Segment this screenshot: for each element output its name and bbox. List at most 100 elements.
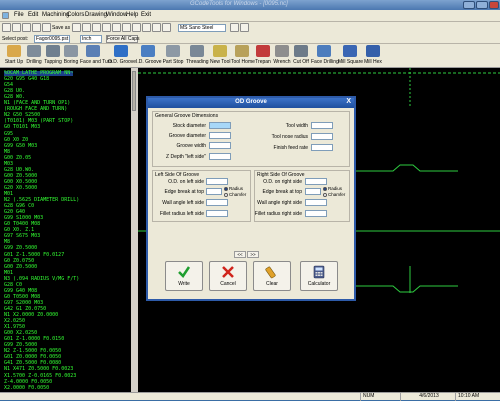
code-line[interactable]: G99 Z0.5000	[4, 246, 37, 251]
finish-feed-rate-field[interactable]	[311, 144, 333, 151]
cut-icon[interactable]	[42, 23, 51, 32]
save-as-button[interactable]: Save as	[52, 25, 70, 31]
force-all-caps-button[interactable]: Force All Caps	[106, 35, 140, 43]
trepan-tool[interactable]: Trepan	[254, 45, 272, 67]
gcode-editor[interactable]: %OCAM LATHE PROGRAM NN~ G20 G95 G40 G18 G5…	[0, 68, 137, 392]
od-right-field[interactable]	[305, 178, 327, 185]
save-icon[interactable]	[22, 23, 31, 32]
code-line[interactable]: N1 X471 Z0.5000 F0.0023	[4, 367, 73, 372]
code-line[interactable]: G28 C0	[4, 282, 22, 288]
code-line[interactable]: G0 X0 Z0	[4, 137, 28, 143]
redo-icon[interactable]	[102, 23, 111, 32]
code-line[interactable]: X1.5700 Z-0.0165 F0.0023	[4, 373, 76, 379]
calculator-button[interactable]: Calculator	[300, 261, 338, 291]
wall-angle-right-field[interactable]	[305, 199, 327, 206]
menu-drawing[interactable]: Drawing	[85, 12, 107, 18]
left-radius-radio[interactable]: Radius	[224, 186, 243, 191]
right-radius-radio[interactable]: Radius	[323, 186, 342, 191]
fillet-radius-left-field[interactable]	[206, 210, 228, 217]
help-icon[interactable]	[152, 23, 161, 32]
edge-break-right-field[interactable]	[305, 188, 321, 195]
editor-scrollbar[interactable]	[131, 68, 137, 392]
cut-off-tool[interactable]: Cut Off	[292, 45, 310, 67]
close-button[interactable]	[489, 1, 499, 9]
boring-bar-icon	[64, 45, 78, 57]
code-line[interactable]: G99 G50 M03	[4, 143, 37, 149]
copy-icon[interactable]	[72, 23, 81, 32]
material-icon[interactable]	[230, 23, 239, 32]
left-chamfer-radio[interactable]: Chamfer	[224, 192, 246, 197]
code-line[interactable]: G0 Z0.0750	[4, 258, 34, 264]
scroll-thumb[interactable]	[132, 71, 136, 111]
edge-break-left-field[interactable]	[206, 188, 222, 195]
code-line[interactable]: G0 T0101 M03	[4, 125, 40, 130]
page-next-button[interactable]: >>	[247, 251, 259, 258]
cancel-x-icon	[222, 266, 234, 278]
drilling-tool[interactable]: Drilling	[25, 45, 43, 67]
boring-tool[interactable]: Boring	[62, 45, 80, 67]
dialog-title: OD Groove	[235, 99, 267, 105]
threading-tool[interactable]: Threading	[186, 45, 209, 67]
clear-button[interactable]: Clear	[253, 261, 291, 291]
wall-angle-left-field[interactable]	[206, 199, 228, 206]
id-groove-tool[interactable]: I.D. Groove	[136, 45, 162, 67]
code-line[interactable]: N3 (.094 RADIUS V/MG F/T)	[4, 276, 79, 282]
cancel-button[interactable]: Cancel	[209, 261, 247, 291]
gear-icon[interactable]	[240, 23, 249, 32]
code-line[interactable]: M8	[4, 149, 10, 155]
maximize-button[interactable]	[476, 1, 488, 9]
tapping-tool[interactable]: Tapping	[44, 45, 62, 67]
open-folder-icon[interactable]	[12, 23, 21, 32]
minimize-button[interactable]	[463, 1, 475, 9]
menu-colors[interactable]: Colors	[67, 12, 84, 18]
od-left-field[interactable]	[206, 178, 228, 185]
page-back-button[interactable]: <<	[234, 251, 246, 258]
face-drilling-tool[interactable]: Face Drilling	[311, 45, 339, 67]
start-up-tool[interactable]: Start Up	[2, 45, 26, 67]
undo-icon[interactable]	[92, 23, 101, 32]
units-combo[interactable]: Inch	[80, 35, 102, 43]
menu-file[interactable]: File	[14, 12, 24, 18]
groove-diameter-field[interactable]	[209, 132, 231, 139]
material-combo[interactable]: MS Sano Steel	[178, 24, 226, 32]
paste-icon[interactable]	[82, 23, 91, 32]
code-line[interactable]: G00 Z0.05	[4, 155, 31, 161]
wrench-tool[interactable]: Wrench	[273, 45, 291, 67]
groove-width-field[interactable]	[209, 142, 231, 149]
menu-machining[interactable]: Machining	[42, 12, 69, 18]
mill-hex-tool[interactable]: Mill Hex	[363, 45, 383, 67]
part-stop-tool[interactable]: Part Stop	[162, 45, 184, 67]
right-chamfer-radio[interactable]: Chamfer	[323, 192, 345, 197]
code-line[interactable]: Z-4.0000 F0.0050	[4, 379, 52, 385]
replace-icon[interactable]	[122, 23, 131, 32]
menu-help[interactable]: Help	[126, 12, 138, 18]
tool-nose-radius-field[interactable]	[311, 133, 333, 140]
new-file-icon[interactable]	[2, 23, 11, 32]
post-combo[interactable]: Fagor0095.pst	[34, 35, 70, 43]
code-line[interactable]: G00 Z0.5000	[4, 264, 37, 270]
od-groove-tool[interactable]: O.D. Groove	[108, 45, 136, 67]
menu-edit[interactable]: Edit	[28, 12, 38, 18]
tool-width-field[interactable]	[311, 122, 333, 129]
zoom-icon[interactable]	[132, 23, 141, 32]
tool-home-tool[interactable]: Tool Home	[231, 45, 255, 67]
code-line[interactable]: G95	[4, 131, 13, 137]
menu-window[interactable]: Window	[106, 12, 127, 18]
write-button[interactable]: Write	[165, 261, 203, 291]
code-line[interactable]: G01 Z-1.5000 F0.0127	[4, 252, 64, 258]
info-icon[interactable]	[162, 23, 171, 32]
find-icon[interactable]	[112, 23, 121, 32]
code-line[interactable]: X2.0000 F0.0050	[4, 385, 49, 391]
face-and-turn-tool[interactable]: Face and Turn	[80, 45, 112, 67]
code-line[interactable]: M03	[4, 161, 13, 167]
dialog-close-button[interactable]: X	[346, 98, 351, 105]
fillet-radius-right-field[interactable]	[305, 210, 327, 217]
print-icon[interactable]	[32, 23, 41, 32]
new-tool-tool[interactable]: New Tool	[210, 45, 230, 67]
mill-square-tool[interactable]: Mill Square	[338, 45, 363, 67]
settings-icon[interactable]	[142, 23, 151, 32]
menu-exit[interactable]: Exit	[141, 12, 151, 18]
z-depth-field[interactable]	[209, 153, 231, 160]
stock-diameter-field[interactable]	[209, 122, 231, 129]
code-line[interactable]: M01	[4, 270, 13, 276]
